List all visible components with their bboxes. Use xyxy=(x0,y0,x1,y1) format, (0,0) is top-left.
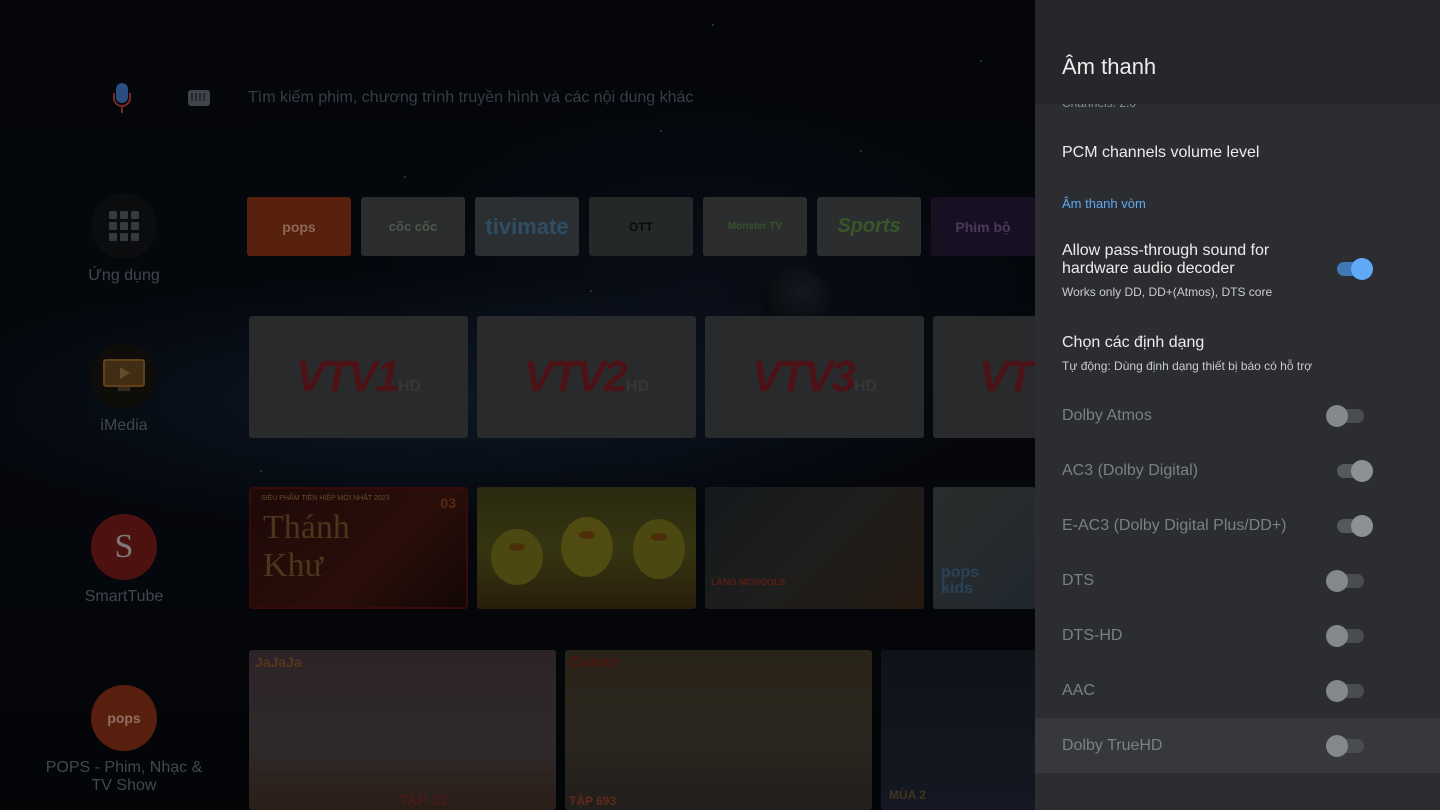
surround-section-header: Âm thanh vòm xyxy=(1062,196,1146,211)
format-label: Dolby Atmos xyxy=(1062,407,1152,424)
format-label: DTS-HD xyxy=(1062,627,1123,644)
launcher-dim-overlay xyxy=(0,0,1035,810)
dts-toggle[interactable] xyxy=(1326,569,1368,593)
settings-list[interactable]: Channels: 2.0 PCM channels volume level … xyxy=(1035,0,1440,810)
format-item-dts[interactable]: DTS xyxy=(1035,553,1440,608)
pcm-volume-item[interactable]: PCM channels volume level xyxy=(1035,130,1440,176)
eac3-toggle[interactable] xyxy=(1335,514,1375,538)
panel-title: Âm thanh xyxy=(1062,54,1157,79)
dts-hd-toggle[interactable] xyxy=(1326,624,1368,648)
format-label: Dolby TrueHD xyxy=(1062,737,1163,754)
passthrough-title: Allow pass-through sound for hardware au… xyxy=(1062,242,1270,277)
dolby-truehd-toggle[interactable] xyxy=(1326,734,1368,758)
passthrough-item[interactable]: Allow pass-through sound for hardware au… xyxy=(1035,228,1440,314)
format-item-ac3[interactable]: AC3 (Dolby Digital) xyxy=(1035,443,1440,498)
format-label: DTS xyxy=(1062,572,1094,589)
format-label: AC3 (Dolby Digital) xyxy=(1062,462,1199,479)
format-item-aac[interactable]: AAC xyxy=(1035,663,1440,718)
format-item-dts-hd[interactable]: DTS-HD xyxy=(1035,608,1440,663)
format-item-dolby-truehd[interactable]: Dolby TrueHD xyxy=(1035,718,1440,773)
panel-header: Âm thanh xyxy=(1035,0,1440,104)
passthrough-subtitle: Works only DD, DD+(Atmos), DTS core xyxy=(1062,285,1273,299)
ac3-toggle[interactable] xyxy=(1335,459,1375,483)
format-label: E-AC3 (Dolby Digital Plus/DD+) xyxy=(1062,517,1287,534)
format-select-subtitle: Tự động: Dùng định dạng thiết bị báo có … xyxy=(1062,359,1313,373)
audio-settings-panel: Channels: 2.0 PCM channels volume level … xyxy=(1035,0,1440,810)
pcm-volume-label: PCM channels volume level xyxy=(1062,144,1260,161)
dolby-atmos-toggle[interactable] xyxy=(1326,404,1368,428)
aac-toggle[interactable] xyxy=(1326,679,1368,703)
passthrough-toggle[interactable] xyxy=(1335,257,1375,281)
format-select-title: Chọn các định dạng xyxy=(1062,334,1205,351)
format-select-item[interactable]: Chọn các định dạng Tự động: Dùng định dạ… xyxy=(1035,320,1440,380)
format-item-eac3[interactable]: E-AC3 (Dolby Digital Plus/DD+) xyxy=(1035,498,1440,553)
format-item-dolby-atmos[interactable]: Dolby Atmos xyxy=(1035,388,1440,443)
format-label: AAC xyxy=(1062,682,1095,699)
